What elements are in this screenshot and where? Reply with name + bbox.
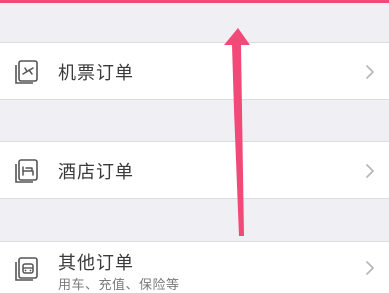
flight-orders-item[interactable]: 机票订单 [0,42,389,100]
hotel-bed-icon [15,159,38,183]
other-orders-subtitle: 用车、充值、保险等 [58,278,180,293]
car-icon [15,257,38,281]
flight-orders-label: 机票订单 [58,63,134,84]
flight-ticket-icon [15,60,38,84]
chevron-right-icon [366,164,374,178]
other-orders-label: 其他订单 [58,253,134,274]
chevron-right-icon [366,261,374,275]
chevron-right-icon [366,65,374,79]
other-orders-item[interactable]: 其他订单 用车、充值、保险等 [0,241,389,293]
top-button-edge[interactable] [0,0,389,3]
hotel-orders-label: 酒店订单 [58,162,134,183]
hotel-orders-item[interactable]: 酒店订单 [0,141,389,199]
